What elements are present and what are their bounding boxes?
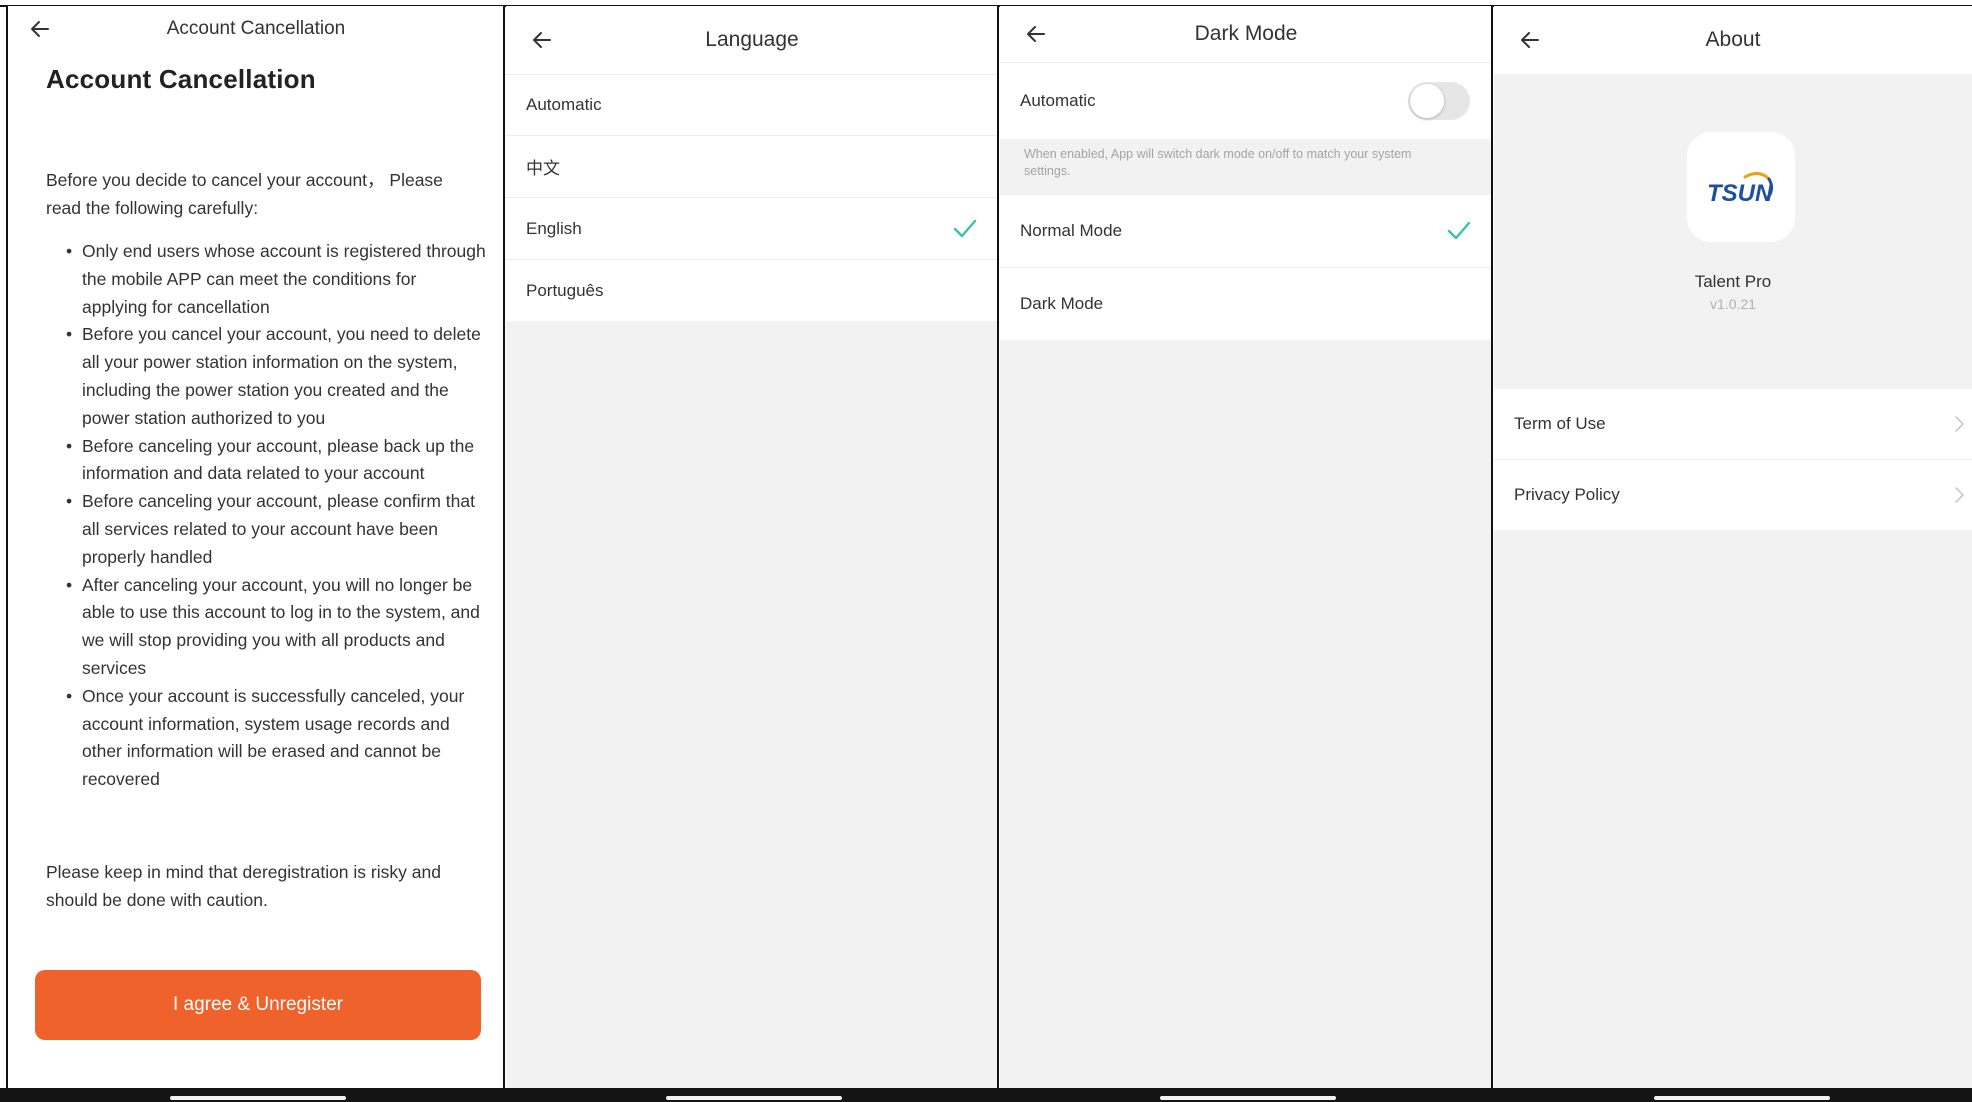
header: Language [506,6,998,74]
list-item: Only end users whose account is register… [66,238,486,321]
back-arrow-icon[interactable] [1022,20,1050,48]
content-heading: Account Cancellation [46,64,316,94]
tsun-logo: TSUN [1687,132,1795,242]
normal-mode-option[interactable]: Normal Mode [1000,195,1492,267]
item-label: Privacy Policy [1514,485,1620,504]
option-label: Dark Mode [1020,294,1104,313]
dark-mode-screen: Dark Mode Automatic When enabled, App wi… [1000,6,1492,1088]
account-cancellation-screen: Account Cancellation Account Cancellatio… [8,6,504,1088]
privacy-policy-item[interactable]: Privacy Policy [1494,460,1972,530]
automatic-toggle[interactable] [1408,82,1470,120]
app-name: Talent Pro [1694,272,1772,291]
caution-note: Please keep in mind that deregistration … [46,862,441,910]
toggle-knob [1410,84,1444,118]
list-item: Before canceling your account, please ba… [66,433,486,489]
home-indicator[interactable] [1160,1096,1336,1100]
agree-unregister-button[interactable]: I agree & Unregister [35,970,481,1040]
option-label: Normal Mode [1020,221,1123,240]
back-arrow-icon[interactable] [26,15,54,43]
list-item: After canceling your account, you will n… [66,572,486,683]
list-item: Before canceling your account, please co… [66,488,486,571]
page-title: Dark Mode [1194,22,1298,45]
header: Dark Mode [1000,6,1492,62]
chevron-right-icon [1955,487,1964,503]
panel-divider [997,6,999,1102]
option-label: Automatic [526,95,602,114]
app-version: v1.0.21 [1710,296,1756,312]
list-item: Before you cancel your account, you need… [66,321,486,432]
terms-of-use-item[interactable]: Term of Use [1494,389,1972,459]
header: Account Cancellation [8,6,504,52]
page-title: Language [705,28,799,51]
language-screen: Language Automatic 中文 English Português [506,6,998,1088]
dark-mode-option[interactable]: Dark Mode [1000,268,1492,340]
about-screen: About TSUN Talent Pro v1.0.21 Term of Us… [1494,6,1972,1088]
logo-text: TSUN [1707,180,1773,207]
list-item: Once your account is successfully cancel… [66,683,486,794]
item-label: Term of Use [1514,414,1606,433]
intro-text: Before you decide to cancel your account… [46,170,443,218]
home-indicator[interactable] [1654,1096,1830,1100]
language-option-automatic[interactable]: Automatic [506,75,998,135]
back-arrow-icon[interactable] [528,26,556,54]
back-arrow-icon[interactable] [1516,26,1544,54]
logo-image: TSUN [1707,172,1774,207]
page-title: Account Cancellation [166,18,346,39]
option-label: English [526,218,582,238]
check-icon [953,219,977,237]
conditions-list: Only end users whose account is register… [66,238,486,794]
option-label: 中文 [526,159,560,178]
chevron-right-icon [1955,416,1964,432]
automatic-label: Automatic [1020,91,1096,110]
language-option-english[interactable]: English [506,198,998,259]
panel-divider [503,6,505,1102]
header: About [1494,6,1972,74]
home-indicator[interactable] [170,1096,346,1100]
language-option-portuguese[interactable]: Português [506,260,998,321]
language-option-chinese[interactable]: 中文 [506,136,998,197]
page-title: About [1705,28,1761,51]
panel-divider [1491,6,1493,1102]
home-indicator[interactable] [666,1096,842,1100]
automatic-row: Automatic [1000,63,1492,139]
option-label: Português [526,280,604,300]
automatic-hint: When enabled, App will switch dark mode … [1024,147,1412,178]
check-icon [1447,221,1471,240]
